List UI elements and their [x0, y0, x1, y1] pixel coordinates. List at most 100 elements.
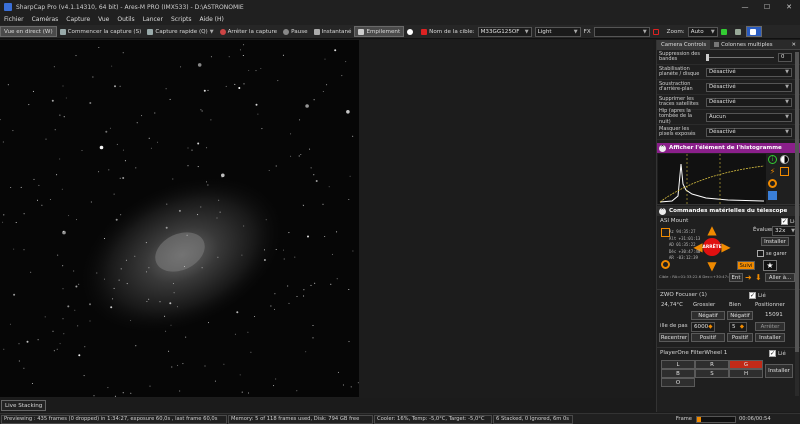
menu-file[interactable]: Fichier: [4, 16, 24, 23]
panel-scrollbar[interactable]: [795, 52, 799, 396]
filter-slot-o[interactable]: O: [661, 378, 695, 387]
tab-multi-columns[interactable]: Colonnes multiples: [710, 40, 776, 50]
star-icon[interactable]: ★: [763, 260, 777, 271]
focuser-link-toggle[interactable]: ✓ Lié: [749, 292, 766, 299]
star: [283, 249, 284, 251]
menu-scripts[interactable]: Scripts: [171, 16, 192, 23]
banding-slider[interactable]: [706, 53, 774, 61]
park-toggle[interactable]: se garer: [757, 250, 787, 257]
north-arrow-icon[interactable]: ▲: [705, 224, 719, 236]
mask-pixels-select[interactable]: Désactivé ▼: [706, 127, 792, 137]
menu-capture[interactable]: Capture: [66, 16, 90, 23]
satellite-trails-select[interactable]: Désactivé ▼: [706, 97, 792, 107]
coarse-negative-button[interactable]: Négatif: [691, 311, 725, 320]
filter-slot-g[interactable]: G: [729, 360, 763, 369]
stop-capture-button[interactable]: Arrêter la capture: [217, 26, 281, 37]
close-button[interactable]: ✕: [778, 0, 800, 14]
menu-view[interactable]: Vue: [98, 16, 109, 23]
fine-positive-button[interactable]: Positif: [727, 333, 753, 342]
tab-camera-controls[interactable]: Camera Controls: [657, 39, 711, 50]
minimize-button[interactable]: —: [734, 0, 756, 14]
histogram-chart[interactable]: [658, 154, 766, 204]
lock-icon[interactable]: [780, 167, 789, 176]
filter-install-button[interactable]: Installer: [765, 364, 793, 378]
frame-progress-fill: [697, 416, 701, 422]
enter-button[interactable]: Ent: [729, 273, 743, 282]
frame-type-select[interactable]: Light ▼: [534, 26, 581, 37]
live-stacking-tab[interactable]: Live Stacking: [1, 400, 47, 411]
coarse-step-field[interactable]: 6000 ◆: [691, 322, 715, 332]
tracking-button[interactable]: Suivi: [737, 261, 755, 270]
sky-image[interactable]: [0, 40, 359, 397]
filter-slot-l[interactable]: L: [661, 360, 695, 369]
mount-install-button[interactable]: Installer: [761, 237, 789, 246]
star: [126, 283, 128, 285]
histogram-toggle-button[interactable]: [718, 26, 732, 37]
auto-stretch-icon[interactable]: ⚡: [768, 167, 777, 176]
filter-slot-s[interactable]: S: [695, 369, 729, 378]
target-name-field[interactable]: M33GG125OF ▼: [477, 26, 532, 37]
star: [10, 187, 12, 188]
tools-button[interactable]: [732, 26, 746, 37]
filter-slot-b[interactable]: B: [661, 369, 695, 378]
stabilisation-select[interactable]: Désactivé ▼: [706, 67, 792, 77]
live-view-button[interactable]: Vue en direct (W): [0, 26, 57, 37]
capture-icon: [59, 28, 66, 35]
fx-select[interactable]: ▼: [593, 26, 650, 37]
menu-help[interactable]: Aide (H): [200, 16, 224, 23]
arrow-right-icon[interactable]: ➜: [745, 273, 754, 282]
star: [234, 333, 236, 335]
fx-label: FX: [583, 28, 591, 35]
start-capture-button[interactable]: Commencer la capture (S): [57, 26, 145, 37]
collapse-icon[interactable]: ^: [659, 207, 666, 215]
star: [238, 87, 241, 89]
star: [348, 199, 350, 200]
reset-icon[interactable]: [768, 179, 777, 188]
slider-handle[interactable]: [706, 53, 709, 61]
mount-stop-button[interactable]: ARRÊTE: [702, 238, 722, 256]
recenter-button[interactable]: Recentrer: [659, 333, 689, 342]
star: [23, 367, 25, 369]
park-label: se garer: [766, 250, 787, 257]
stacking-button[interactable]: Empilement: [354, 26, 405, 37]
quick-capture-button[interactable]: Capture rapide (Q) ▼: [144, 26, 216, 37]
focuser-install-button[interactable]: Installer: [755, 333, 785, 342]
focuser-stop-button[interactable]: Arrêter: [755, 322, 785, 331]
record-button[interactable]: [404, 26, 418, 37]
telescope-header[interactable]: ^ Commandes matérielles du télescope: [657, 206, 800, 216]
menu-cameras[interactable]: Caméras: [32, 16, 59, 23]
reticle-button[interactable]: [650, 26, 664, 37]
banding-value-field[interactable]: 0: [778, 52, 792, 62]
fine-negative-button[interactable]: Négatif: [727, 311, 753, 320]
target-icon: [421, 28, 428, 35]
star: [18, 360, 20, 362]
star: [207, 184, 209, 186]
zoom-select[interactable]: Auto ▼: [687, 26, 718, 37]
save-icon[interactable]: [768, 191, 777, 200]
menu-tools[interactable]: Outils: [117, 16, 134, 23]
histogram-header[interactable]: ^ Afficher l'élément de l'histogramme: [657, 143, 800, 153]
info-icon[interactable]: i: [768, 155, 777, 164]
background-subtraction-select[interactable]: Désactivé ▼: [706, 82, 792, 92]
menu-launch[interactable]: Lancer: [143, 16, 163, 23]
snapshot-button[interactable]: Instantané: [311, 26, 355, 37]
collapse-icon[interactable]: ^: [659, 144, 666, 152]
arrow-down-icon[interactable]: ⬇: [755, 273, 764, 282]
panel-close-button[interactable]: ✕: [787, 40, 800, 50]
filter-slot-h[interactable]: H: [729, 369, 763, 378]
goto-button[interactable]: Aller à...: [765, 273, 795, 282]
south-arrow-icon[interactable]: ▼: [705, 260, 719, 272]
star: [336, 231, 338, 233]
hip-select[interactable]: Aucun ▼: [706, 112, 792, 122]
maximize-button[interactable]: ☐: [756, 0, 778, 14]
star: [63, 333, 65, 335]
filter-slot-r[interactable]: R: [695, 360, 729, 369]
fine-step-field[interactable]: 5 ◆: [729, 322, 747, 332]
coarse-positive-button[interactable]: Positif: [691, 333, 725, 342]
pin-button[interactable]: [745, 26, 762, 37]
contrast-icon[interactable]: [780, 155, 789, 164]
pause-button[interactable]: Pause: [280, 26, 310, 37]
filter-link-toggle[interactable]: ✓ Lié: [769, 350, 786, 357]
star: [165, 330, 167, 332]
scrollbar-thumb[interactable]: [795, 52, 799, 352]
